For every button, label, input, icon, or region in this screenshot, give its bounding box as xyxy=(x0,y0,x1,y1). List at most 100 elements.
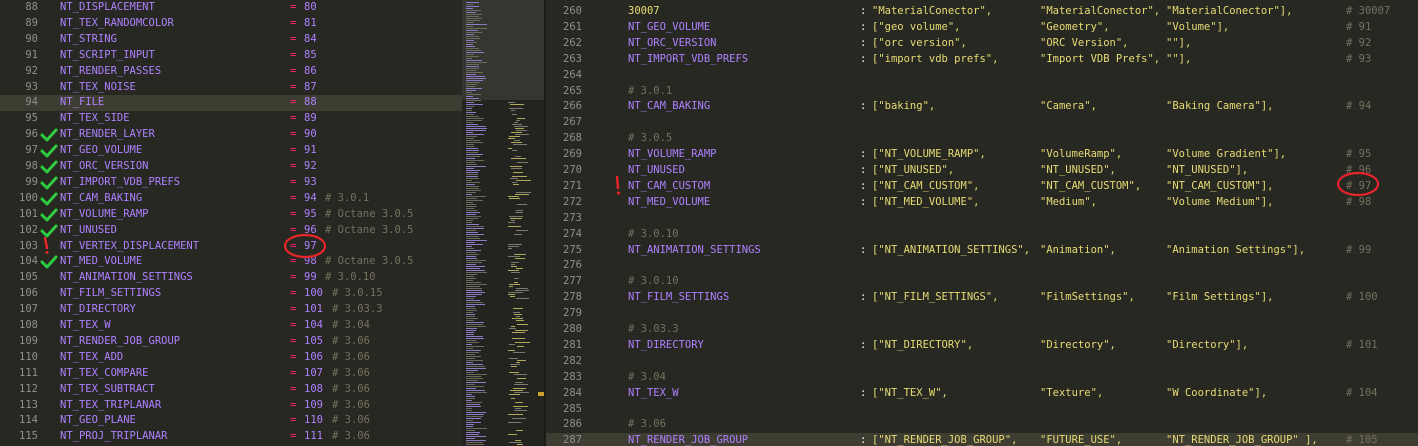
minimap-line xyxy=(511,142,522,143)
constant-name: NT_RENDER_PASSES xyxy=(60,64,162,77)
minimap-line xyxy=(466,80,483,81)
code-line[interactable]: 101 NT_VOLUME_RAMP = 95 # Octane 3.0.5 xyxy=(0,207,462,223)
code-line[interactable]: 109 NT_RENDER_JOB_GROUP = 105 # 3.06 xyxy=(0,334,462,350)
code-line[interactable]: 261 NT_GEO_VOLUME: ["geo volume", "Geometry… xyxy=(546,20,1418,36)
minimap-line xyxy=(466,64,479,65)
code-line[interactable]: 88 NT_DISPLACEMENT = 80 xyxy=(0,0,462,16)
minimap-line xyxy=(514,392,529,393)
line-number: 274 xyxy=(563,227,582,240)
code-line[interactable]: 100 NT_CAM_BAKING = 94 # 3.0.1 xyxy=(0,191,462,207)
right-editor-pane[interactable]: 260 30007: "MaterialConector", "MaterialCon… xyxy=(546,0,1418,446)
string-value: ["NT_VOLUME_RAMP", xyxy=(872,148,986,161)
minimap-line xyxy=(466,428,487,429)
left-editor-pane[interactable]: 88 NT_DISPLACEMENT = 80 89 NT_TEX_RANDOMCOLOR… xyxy=(0,0,462,446)
constant-name: NT_IMPORT_VDB_PREFS xyxy=(60,175,181,188)
code-line[interactable]: 287 NT_RENDER_JOB_GROUP: ["NT_RENDER_JOB_G… xyxy=(546,433,1418,446)
version-comment: # 3.04 xyxy=(332,319,370,331)
version-comment: # Octane 3.0.5 xyxy=(325,223,414,236)
code-line[interactable]: 285 xyxy=(546,402,1418,418)
code-line[interactable]: 280 # 3.03.3 xyxy=(546,322,1418,338)
code-line[interactable]: 94 NT_FILE = 88 xyxy=(0,95,462,112)
code-line[interactable]: 99 NT_IMPORT_VDB_PREFS = 93 xyxy=(0,175,462,191)
minimap-line xyxy=(515,382,523,383)
code-line[interactable]: 97 NT_GEO_VOLUME = 91 xyxy=(0,143,462,159)
code-line[interactable]: 93 NT_TEX_NOISE = 87 xyxy=(0,80,462,96)
equals-operator: = xyxy=(290,319,297,331)
minimap-line xyxy=(513,144,527,145)
code-line[interactable]: 102 NT_UNUSED = 96 # Octane 3.0.5 xyxy=(0,223,462,239)
code-line[interactable]: 265 # 3.0.1 xyxy=(546,84,1418,100)
code-line[interactable]: 279 xyxy=(546,306,1418,322)
code-line[interactable]: 104 NT_MED_VOLUME = 98 # Octane 3.0.5 xyxy=(0,254,462,270)
equals-operator: = xyxy=(290,239,297,252)
code-line[interactable]: 90 NT_STRING = 84 xyxy=(0,32,462,48)
code-line[interactable]: 271 NT_CAM_CUSTOM: ["NT_CAM_CUSTOM", "NT_CA… xyxy=(546,175,1418,195)
minimap-line xyxy=(466,398,475,399)
code-line[interactable]: 272 NT_MED_VOLUME: ["NT_MED_VOLUME", "Mediu… xyxy=(546,195,1418,211)
string-value: ""], xyxy=(1166,52,1192,65)
code-line[interactable]: 284 NT_TEX_W: ["NT_TEX_W", "Texture", "W Coo… xyxy=(546,386,1418,402)
code-line[interactable]: 274 # 3.0.10 xyxy=(546,227,1418,243)
code-line[interactable]: 113 NT_TEX_TRIPLANAR = 109 # 3.06 xyxy=(0,398,462,414)
code-line[interactable]: 96 NT_RENDER_LAYER = 90 xyxy=(0,127,462,143)
code-line[interactable]: 281 NT_DIRECTORY: ["NT_DIRECTORY", "Directo… xyxy=(546,338,1418,354)
constant-value: 91 xyxy=(304,144,317,157)
code-line[interactable]: 282 xyxy=(546,354,1418,370)
code-line[interactable]: 268 # 3.0.5 xyxy=(546,131,1418,147)
code-line[interactable]: 273 xyxy=(546,211,1418,227)
code-line[interactable]: 98 NT_ORC_VERSION = 92 xyxy=(0,159,462,175)
minimap-line xyxy=(466,126,486,127)
code-line[interactable]: 103 NT_VERTEX_DISPLACEMENT = 97 xyxy=(0,236,462,255)
code-line[interactable]: 262 NT_ORC_VERSION: ["orc version", "ORC Ve… xyxy=(546,36,1418,52)
minimap-line xyxy=(466,120,482,121)
code-line[interactable]: 105 NT_ANIMATION_SETTINGS = 99 # 3.0.10 xyxy=(0,270,462,286)
minimap-line xyxy=(509,216,523,217)
minimap-line xyxy=(466,4,473,5)
code-line[interactable]: 92 NT_RENDER_PASSES = 86 xyxy=(0,64,462,80)
constant-value: 105 xyxy=(304,334,323,347)
code-line[interactable]: 89 NT_TEX_RANDOMCOLOR = 81 xyxy=(0,16,462,32)
line-number: 94 xyxy=(25,96,38,109)
code-line[interactable]: 276 xyxy=(546,258,1418,274)
minimap-line xyxy=(514,410,527,411)
code-line[interactable]: 275 NT_ANIMATION_SETTINGS: ["NT_ANIMATION_… xyxy=(546,243,1418,259)
code-line[interactable]: 286 # 3.06 xyxy=(546,417,1418,433)
code-line[interactable]: 107 NT_DIRECTORY = 101 # 3.03.3 xyxy=(0,302,462,318)
minimap-line xyxy=(466,390,485,391)
minimap[interactable] xyxy=(462,0,546,446)
minimap-line xyxy=(466,246,472,247)
code-line[interactable]: 110 NT_TEX_ADD = 106 # 3.06 xyxy=(0,350,462,366)
id-comment: # 104 xyxy=(1346,386,1378,399)
line-number: 88 xyxy=(25,1,38,13)
code-line[interactable]: 260 30007: "MaterialConector", "MaterialCon… xyxy=(546,4,1418,20)
code-line[interactable]: 277 # 3.0.10 xyxy=(546,274,1418,290)
code-line[interactable]: 112 NT_TEX_SUBTRACT = 108 # 3.06 xyxy=(0,382,462,398)
code-line[interactable]: 264 xyxy=(546,68,1418,84)
colon: : xyxy=(860,386,867,399)
code-line[interactable]: 266 NT_CAM_BAKING: ["baking", "Camera", "Bak… xyxy=(546,99,1418,115)
code-line[interactable]: 108 NT_TEX_W = 104 # 3.04 xyxy=(0,318,462,334)
code-line[interactable]: 283 # 3.04 xyxy=(546,370,1418,386)
code-line[interactable]: 95 NT_TEX_SIDE = 89 xyxy=(0,111,462,127)
minimap-line xyxy=(466,202,473,203)
minimap-line xyxy=(515,330,528,331)
minimap-line xyxy=(466,198,477,199)
minimap-line xyxy=(509,358,518,359)
code-line[interactable]: 270 NT_UNUSED: ["NT_UNUSED", "NT_UNUSED", "N… xyxy=(546,163,1418,179)
code-line[interactable]: 106 NT_FILM_SETTINGS = 100 # 3.0.15 xyxy=(0,286,462,302)
code-line[interactable]: 267 xyxy=(546,115,1418,131)
code-line[interactable]: 114 NT_GEO_PLANE = 110 # 3.06 xyxy=(0,413,462,429)
id-comment: # 92 xyxy=(1346,36,1372,49)
code-line[interactable]: 269 NT_VOLUME_RAMP: ["NT_VOLUME_RAMP", "Vol… xyxy=(546,147,1418,163)
code-line[interactable]: 115 NT_PROJ_TRIPLANAR = 111 # 3.06 xyxy=(0,429,462,445)
code-line[interactable]: 263 NT_IMPORT_VDB_PREFS: ["import vdb pref… xyxy=(546,52,1418,68)
minimap-line xyxy=(508,414,523,415)
code-line[interactable]: 91 NT_SCRIPT_INPUT = 85 xyxy=(0,48,462,64)
minimap-line xyxy=(466,316,475,317)
minimap-line xyxy=(513,388,526,389)
minimap-line xyxy=(466,228,484,229)
code-line[interactable]: 111 NT_TEX_COMPARE = 107 # 3.06 xyxy=(0,366,462,382)
minimap-line xyxy=(516,430,523,431)
code-line[interactable]: 278 NT_FILM_SETTINGS: ["NT_FILM_SETTINGS",… xyxy=(546,290,1418,306)
line-number: 108 xyxy=(19,319,38,331)
